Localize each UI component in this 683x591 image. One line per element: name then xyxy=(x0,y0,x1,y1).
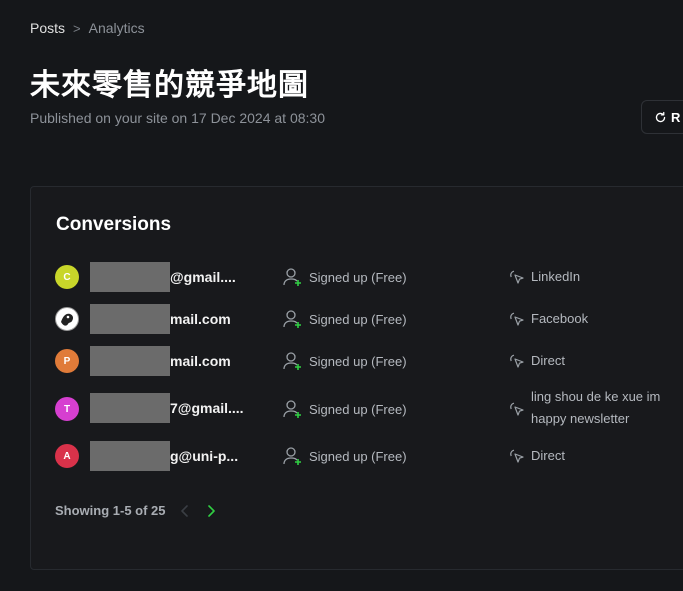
conversion-row[interactable]: A g@uni-p... Signed up (Free) Direct xyxy=(31,436,683,476)
member-email[interactable]: mail.com xyxy=(170,311,231,327)
source-label: Facebook xyxy=(531,311,589,326)
published-info: Published on your site on 17 Dec 2024 at… xyxy=(30,110,325,126)
chevron-left-icon xyxy=(180,504,188,517)
redacted-email xyxy=(90,393,170,423)
avatar: A xyxy=(55,444,79,468)
cursor-click-icon xyxy=(510,312,524,326)
conversions-card: Conversions C @gmail.... Signed up (Free… xyxy=(30,186,683,570)
avatar-image xyxy=(61,313,74,326)
breadcrumb: Posts > Analytics xyxy=(30,20,145,36)
chevron-right-icon xyxy=(207,504,215,517)
user-plus-icon xyxy=(283,310,301,328)
member-email[interactable]: 7@gmail.... xyxy=(170,400,244,416)
conversion-row[interactable]: C @gmail.... Signed up (Free) LinkedIn xyxy=(31,257,683,297)
user-plus-icon xyxy=(283,400,301,418)
event-label: Signed up (Free) xyxy=(309,312,407,327)
member-email[interactable]: mail.com xyxy=(170,353,231,369)
member-email[interactable]: @gmail.... xyxy=(170,269,236,285)
pagination-summary: Showing 1-5 of 25 xyxy=(55,503,166,518)
cursor-click-icon xyxy=(510,270,524,284)
source-label: Direct xyxy=(531,448,565,463)
pagination: Showing 1-5 of 25 xyxy=(55,503,218,518)
cursor-click-icon xyxy=(510,402,524,416)
refresh-icon xyxy=(655,111,666,122)
cursor-click-icon xyxy=(510,354,524,368)
redacted-email xyxy=(90,441,170,471)
cursor-click-icon xyxy=(510,449,524,463)
refresh-button-label: R xyxy=(671,109,681,125)
redacted-email xyxy=(90,262,170,292)
avatar: C xyxy=(55,265,79,289)
source-label: LinkedIn xyxy=(531,269,581,284)
avatar: T xyxy=(55,397,79,421)
event-label: Signed up (Free) xyxy=(309,402,407,417)
breadcrumb-posts-link[interactable]: Posts xyxy=(30,20,65,36)
member-email[interactable]: g@uni-p... xyxy=(170,448,238,464)
previous-page-button[interactable] xyxy=(178,504,192,518)
chevron-right-icon: > xyxy=(73,20,81,36)
avatar xyxy=(55,307,79,331)
event-label: Signed up (Free) xyxy=(309,354,407,369)
event-label: Signed up (Free) xyxy=(309,449,407,464)
breadcrumb-current: Analytics xyxy=(88,20,145,36)
event-label: Signed up (Free) xyxy=(309,270,407,285)
next-page-button[interactable] xyxy=(204,504,218,518)
conversion-row[interactable]: T 7@gmail.... Signed up (Free) ling shou… xyxy=(31,385,683,433)
redacted-email xyxy=(90,304,170,334)
avatar: P xyxy=(55,349,79,373)
redacted-email xyxy=(90,346,170,376)
user-plus-icon xyxy=(283,352,301,370)
refresh-button[interactable]: R xyxy=(641,100,683,134)
conversion-row[interactable]: P mail.com Signed up (Free) Direct xyxy=(31,341,683,381)
source-label: Direct xyxy=(531,353,565,368)
conversion-row[interactable]: mail.com Signed up (Free) Facebook xyxy=(31,299,683,339)
source-label: ling shou de ke xue im happy newsletter xyxy=(531,389,661,426)
page-title: 未來零售的競爭地圖 xyxy=(30,68,309,103)
user-plus-icon xyxy=(283,268,301,286)
user-plus-icon xyxy=(283,447,301,465)
conversions-title: Conversions xyxy=(56,214,172,235)
